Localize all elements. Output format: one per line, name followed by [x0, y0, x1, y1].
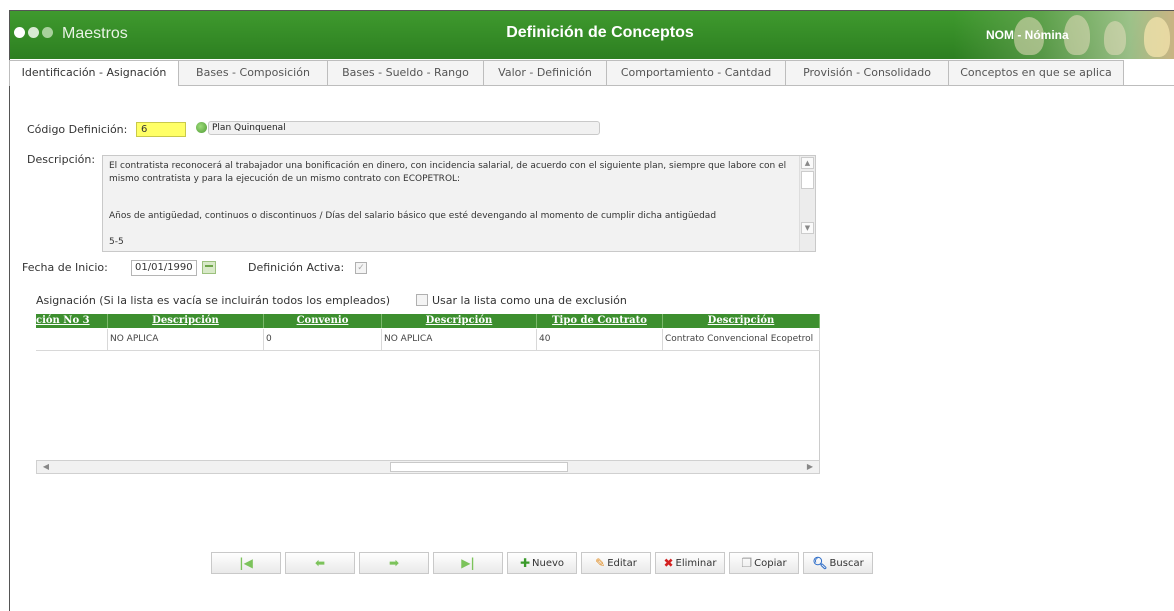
table-cell [36, 329, 108, 351]
module-label: NOM - Nómina [986, 28, 1069, 42]
exclusion-checkbox[interactable] [416, 294, 428, 306]
plus-icon: ✚ [519, 556, 531, 570]
eliminar-label: Eliminar [675, 557, 717, 569]
previous-arrow-icon: ⬅ [314, 556, 326, 570]
definicion-activa-label: Definición Activa: [248, 261, 345, 274]
codigo-label: Código Definición: [27, 123, 128, 136]
refresh-icon[interactable] [196, 122, 207, 133]
asignacion-grid: ción No 3 Descripción Convenio Descripci… [36, 314, 820, 472]
tab-bases-composicion[interactable]: Bases - Composición [178, 60, 328, 85]
calendar-icon[interactable] [202, 261, 216, 274]
tab-bases-sueldo-rango[interactable]: Bases - Sueldo - Rango [327, 60, 484, 85]
table-cell: 40 [537, 329, 663, 351]
pencil-icon: ✎ [595, 556, 606, 570]
column-header[interactable]: Convenio [264, 314, 382, 328]
table-cell: Contrato Convencional Ecopetrol [663, 329, 820, 351]
scroll-thumb[interactable] [390, 462, 568, 472]
tab-bar: Identificación - Asignación Bases - Comp… [9, 60, 1174, 86]
app-name[interactable]: Maestros [62, 25, 128, 43]
dot-icon [14, 27, 25, 38]
codigo-input[interactable]: 6 [136, 122, 186, 137]
tab-identificacion-asignacion[interactable]: Identificación - Asignación [9, 60, 179, 86]
exclusion-label: Usar la lista como una de exclusión [432, 294, 627, 307]
column-header[interactable]: Descripción [663, 314, 820, 328]
column-header[interactable]: Descripción [382, 314, 537, 328]
scroll-right-icon[interactable]: ▶ [803, 462, 817, 472]
buscar-label: Buscar [829, 557, 864, 569]
descripcion-label: Descripción: [27, 153, 96, 166]
tab-provision-consolidado[interactable]: Provisión - Consolidado [785, 60, 949, 85]
table-cell: 0 [264, 329, 382, 351]
next-arrow-icon: ➡ [388, 556, 400, 570]
header-bar: Maestros Definición de Conceptos NOM - N… [10, 11, 1174, 59]
first-record-button[interactable]: |◀ [211, 552, 281, 574]
descripcion-paragraph: 5-5 [109, 237, 124, 247]
dot-icon [28, 27, 39, 38]
tab-conceptos-en-que-se-aplica[interactable]: Conceptos en que se aplica [948, 60, 1124, 85]
last-record-button[interactable]: ▶| [433, 552, 503, 574]
definicion-activa-checkbox[interactable]: ✓ [355, 262, 367, 274]
tab-valor-definicion[interactable]: Valor - Definición [483, 60, 607, 85]
nuevo-label: Nuevo [532, 557, 565, 569]
delete-x-icon: ✖ [663, 556, 674, 570]
column-header[interactable]: Descripción [108, 314, 264, 328]
asignacion-label: Asignación (Si la lista es vacía se incl… [36, 294, 391, 307]
magnifier-icon: 🔍︎ [812, 556, 828, 570]
scroll-up-icon[interactable]: ▲ [801, 157, 814, 169]
nuevo-button[interactable]: ✚ Nuevo [507, 552, 577, 574]
table-cell: NO APLICA [382, 329, 537, 351]
last-record-icon: ▶| [461, 556, 475, 570]
grid-header: ción No 3 Descripción Convenio Descripci… [36, 314, 820, 328]
fecha-input[interactable]: 01/01/1990 [131, 260, 197, 276]
scroll-down-icon[interactable]: ▼ [801, 222, 814, 234]
window-frame: Maestros Definición de Conceptos NOM - N… [9, 10, 1174, 611]
column-header[interactable]: ción No 3 [36, 314, 108, 328]
descripcion-textarea[interactable]: El contratista reconocerá al trabajador … [102, 155, 816, 252]
copy-icon: ❐ [741, 556, 753, 570]
eliminar-button[interactable]: ✖ Eliminar [655, 552, 725, 574]
descripcion-paragraph: El contratista reconocerá al trabajador … [109, 161, 787, 184]
table-row[interactable]: NO APLICA 0 NO APLICA 40 Contrato Conven… [36, 329, 820, 351]
fecha-label: Fecha de Inicio: [22, 261, 108, 274]
record-toolbar: |◀ ⬅ ➡ ▶| ✚ Nuevo ✎ Editar ✖ Eliminar ❐ … [211, 552, 873, 576]
table-cell: NO APLICA [108, 329, 264, 351]
dot-icon [42, 27, 53, 38]
copiar-button[interactable]: ❐ Copiar [729, 552, 799, 574]
previous-record-button[interactable]: ⬅ [285, 552, 355, 574]
scroll-thumb[interactable] [801, 171, 814, 189]
editar-button[interactable]: ✎ Editar [581, 552, 651, 574]
first-record-icon: |◀ [239, 556, 253, 570]
concepto-name-field[interactable]: Plan Quinquenal [208, 121, 600, 135]
page-title: Definición de Conceptos [506, 24, 694, 41]
copiar-label: Copiar [754, 557, 787, 569]
window-dots-icon [14, 27, 53, 41]
descripcion-paragraph: Años de antigüedad, continuos o disconti… [109, 211, 717, 221]
editar-label: Editar [607, 557, 637, 569]
column-header[interactable]: Tipo de Contrato [537, 314, 663, 328]
tab-comportamiento-cantdad[interactable]: Comportamiento - Cantdad [606, 60, 786, 85]
scroll-left-icon[interactable]: ◀ [39, 462, 53, 472]
buscar-button[interactable]: 🔍︎ Buscar [803, 552, 873, 574]
descripcion-scrollbar[interactable]: ▲ ▼ [799, 156, 815, 251]
next-record-button[interactable]: ➡ [359, 552, 429, 574]
grid-horizontal-scrollbar[interactable]: ◀ ▶ [36, 460, 820, 474]
